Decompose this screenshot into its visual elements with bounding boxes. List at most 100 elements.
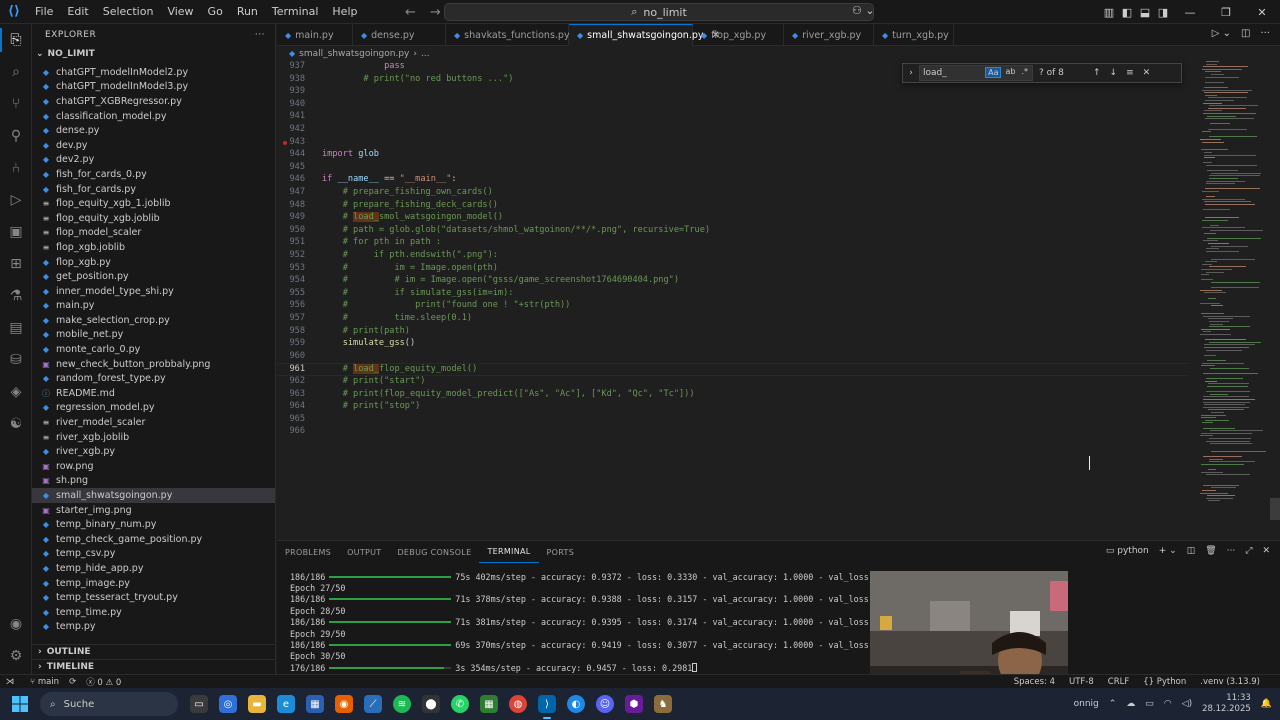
taskbar-search[interactable]: ⌕ Suche xyxy=(40,692,178,716)
maximize-panel-icon[interactable]: ⤢ xyxy=(1245,546,1252,556)
language-indicator[interactable]: {} Python xyxy=(1143,677,1186,687)
menu-item-run[interactable]: Run xyxy=(230,0,265,24)
editor-tab[interactable]: ◆ main.py xyxy=(277,24,353,46)
file-item[interactable]: ≡ flop_model_scaler xyxy=(32,226,275,241)
file-item[interactable]: ◆ inner_model_type_shi.py xyxy=(32,284,275,299)
file-item[interactable]: ◆ regression_model.py xyxy=(32,401,275,416)
file-item[interactable]: ◆ chatGPT_modelInModel2.py xyxy=(32,65,275,80)
dev-tool-icon[interactable]: ⟋ xyxy=(364,695,382,713)
toggle-replace-icon[interactable]: › xyxy=(903,68,919,78)
file-item[interactable]: ◆ dev.py xyxy=(32,138,275,153)
file-item[interactable]: ◆ chatGPT_modelInModel3.py xyxy=(32,80,275,95)
database-icon[interactable]: ⛁ xyxy=(6,350,26,370)
github-desktop-icon[interactable]: ⬤ xyxy=(422,695,440,713)
close-window-button[interactable]: ✕ xyxy=(1244,6,1280,19)
previous-match-icon[interactable]: ↑ xyxy=(1093,68,1101,78)
breadcrumb-more[interactable]: ... xyxy=(421,49,430,59)
cloud-icon[interactable]: ☁ xyxy=(1126,699,1135,709)
clock[interactable]: 11:33 28.12.2025 xyxy=(1202,693,1251,715)
menu-item-selection[interactable]: Selection xyxy=(96,0,161,24)
editor-tab[interactable]: ◆ small_shwatsgoingon.py ✕ xyxy=(569,24,720,46)
breakpoint-icon[interactable] xyxy=(283,140,287,145)
branch-indicator[interactable]: ⑂ main xyxy=(30,677,59,687)
kill-terminal-icon[interactable]: 🗑 xyxy=(1205,546,1216,556)
file-item[interactable]: ◆ river_xgb.py xyxy=(32,444,275,459)
account-icon[interactable]: ◉ xyxy=(6,614,26,634)
split-terminal-icon[interactable]: ◫ xyxy=(1187,546,1196,556)
search-icon[interactable]: ⌕ xyxy=(6,62,26,82)
menu-item-go[interactable]: Go xyxy=(201,0,230,24)
file-item[interactable]: ◆ make_selection_crop.py xyxy=(32,313,275,328)
firefox-icon[interactable]: ◉ xyxy=(335,695,353,713)
problems-indicator[interactable]: ⓧ 0 ⚠ 0 xyxy=(86,676,121,688)
wifi-icon[interactable]: ◠ xyxy=(1164,699,1172,709)
layout-panel-icon[interactable]: ⬓ xyxy=(1136,6,1154,19)
editor-tab[interactable]: ◆ shavkats_functions.py xyxy=(446,24,570,46)
minimap[interactable] xyxy=(1190,61,1280,539)
file-item[interactable]: ◆ temp_image.py xyxy=(32,576,275,591)
menu-item-view[interactable]: View xyxy=(160,0,200,24)
close-find-icon[interactable]: ✕ xyxy=(1143,68,1151,78)
file-item[interactable]: ◆ temp_binary_num.py xyxy=(32,517,275,532)
task-view-icon[interactable]: ▭ xyxy=(190,695,208,713)
file-item[interactable]: ◆ chatGPT_XGBRegressor.py xyxy=(32,94,275,109)
source-control-alt-icon[interactable]: ⑃ xyxy=(6,158,26,178)
file-item[interactable]: ≡ flop_xgb.joblib xyxy=(32,240,275,255)
encoding-indicator[interactable]: UTF-8 xyxy=(1069,677,1094,687)
file-item[interactable]: ◆ fish_for_cards_0.py xyxy=(32,167,275,182)
volume-icon[interactable]: ◁) xyxy=(1182,699,1192,709)
source-control-icon[interactable]: ⑂ xyxy=(6,94,26,114)
file-item[interactable]: ◆ main.py xyxy=(32,299,275,314)
editor-tab[interactable]: ◆ flop_xgb.py xyxy=(693,24,784,46)
timeline-section[interactable]: › TIMELINE xyxy=(32,659,275,673)
file-item[interactable]: ◆ flop_xgb.py xyxy=(32,255,275,270)
extensions-icon[interactable]: ⊞ xyxy=(6,254,26,274)
back-arrow-icon[interactable]: ← xyxy=(405,5,416,20)
file-item[interactable]: ◆ get_position.py xyxy=(32,269,275,284)
file-item[interactable]: ◆ small_shwatsgoingon.py xyxy=(32,488,275,503)
notification-bell-icon[interactable]: 🔔 xyxy=(1261,699,1272,709)
menu-item-file[interactable]: File xyxy=(28,0,60,24)
panel-tab-debug-console[interactable]: DEBUG CONSOLE xyxy=(389,541,479,563)
remote-indicator-icon[interactable]: ⋊ xyxy=(0,675,20,689)
chrome-icon[interactable]: ◍ xyxy=(509,695,527,713)
workspace-folder[interactable]: ⌄ NO_LIMIT xyxy=(32,46,275,62)
minimize-button[interactable]: — xyxy=(1172,6,1208,19)
spotify-icon[interactable]: ≋ xyxy=(393,695,411,713)
git-graph-icon[interactable]: ⚲ xyxy=(6,126,26,146)
eol-indicator[interactable]: CRLF xyxy=(1108,677,1129,687)
discord-icon[interactable]: ☺ xyxy=(596,695,614,713)
file-item[interactable]: ◆ random_forest_type.py xyxy=(32,371,275,386)
store-icon[interactable]: ▦ xyxy=(306,695,324,713)
command-center-search[interactable]: ⌕ no_limit xyxy=(444,3,874,21)
file-item[interactable]: ◆ fish_for_cards.py xyxy=(32,182,275,197)
remote-explorer-icon[interactable]: ▣ xyxy=(6,222,26,242)
python-icon[interactable]: ☯ xyxy=(6,414,26,434)
file-item[interactable]: ◆ temp.py xyxy=(32,620,275,635)
copilot-icon[interactable]: ⚇ ⌄ xyxy=(852,4,875,17)
find-input[interactable]: load_ Aa ab .* xyxy=(919,65,1033,81)
file-item[interactable]: ▣ row.png xyxy=(32,459,275,474)
editor-tab[interactable]: ◆ turn_xgb.py xyxy=(874,24,954,46)
layout-primary-sidebar-icon[interactable]: ◧ xyxy=(1118,6,1136,19)
panel-tab-problems[interactable]: PROBLEMS xyxy=(277,541,339,563)
app-icon-2[interactable]: ♞ xyxy=(654,695,672,713)
menu-item-terminal[interactable]: Terminal xyxy=(265,0,326,24)
file-item[interactable]: ◆ classification_model.py xyxy=(32,109,275,124)
layers-icon[interactable]: ◈ xyxy=(6,382,26,402)
split-editor-icon[interactable]: ◫ xyxy=(1241,28,1250,39)
excel-like-icon[interactable]: ▦ xyxy=(480,695,498,713)
more-actions-icon[interactable]: ··· xyxy=(1260,28,1270,39)
file-item[interactable]: ◆ dense.py xyxy=(32,123,275,138)
whatsapp-icon[interactable]: ✆ xyxy=(451,695,469,713)
docker-icon[interactable]: ▤ xyxy=(6,318,26,338)
file-item[interactable]: ◆ mobile_net.py xyxy=(32,328,275,343)
testing-icon[interactable]: ⚗ xyxy=(6,286,26,306)
panel-tab-terminal[interactable]: TERMINAL xyxy=(479,541,539,563)
settings-gear-icon[interactable]: ⚙ xyxy=(6,646,26,666)
file-item[interactable]: ≡ flop_equity_xgb_1.joblib xyxy=(32,196,275,211)
match-word-toggle[interactable]: ab xyxy=(1003,67,1017,78)
file-item[interactable]: ◆ temp_csv.py xyxy=(32,547,275,562)
file-explorer-icon[interactable]: ▬ xyxy=(248,695,266,713)
file-item[interactable]: ≡ flop_equity_xgb.joblib xyxy=(32,211,275,226)
